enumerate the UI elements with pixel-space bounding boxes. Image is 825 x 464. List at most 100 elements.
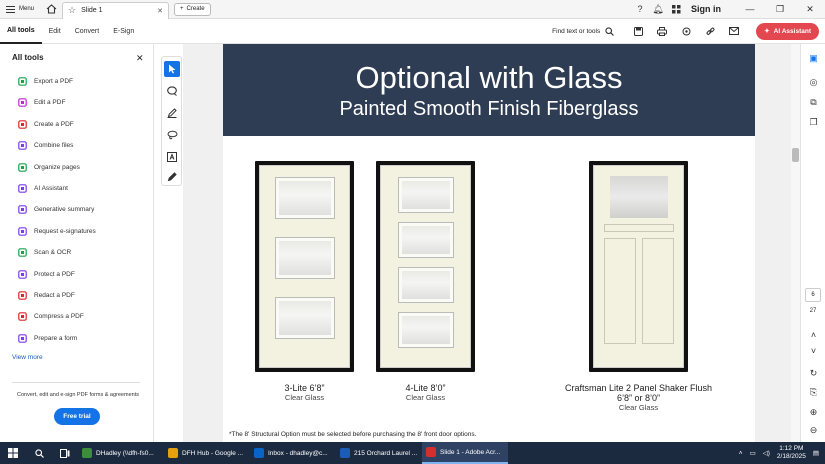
fit-page-icon[interactable]: ⎘ [807, 386, 820, 399]
generative-icon[interactable]: ▣ [807, 52, 820, 65]
all-tools-panel: All tools ✕ Export a PDF Edit a PDF Create… [0, 44, 154, 442]
windows-icon [8, 448, 18, 458]
menu-button[interactable]: Menu [0, 0, 40, 19]
app-icon [254, 448, 264, 458]
chevron-up-icon[interactable]: ˄ [807, 328, 820, 341]
task-view-button[interactable] [52, 442, 78, 464]
star-icon[interactable]: ☆ [68, 5, 76, 16]
compress-icon [18, 312, 27, 322]
tool-item[interactable]: Protect a PDF [18, 269, 75, 279]
door-craftsman-image [589, 161, 688, 372]
volume-icon[interactable]: ◁) [763, 449, 770, 457]
bookmarks-icon[interactable]: ⧉ [807, 96, 820, 109]
divider [12, 382, 140, 383]
search-share-icon[interactable] [674, 27, 698, 36]
taskbar-app-label: Slide 1 - Adobe Acr... [440, 448, 501, 456]
door-name: 4-Lite 8’0” [405, 383, 446, 393]
title-bar: Menu ☆ Slide 1 ✕ + Create ? 🔔︎ Sign in —… [0, 0, 825, 19]
zoom-out-icon[interactable]: ⊖ [807, 424, 820, 437]
tool-item[interactable]: Generative summary [18, 205, 94, 215]
rotate-icon[interactable]: ↻ [807, 367, 820, 380]
tool-item[interactable]: Edit a PDF [18, 98, 65, 108]
taskbar-app[interactable]: DFH Hub - Google ... [164, 442, 250, 464]
ai-assistant-button[interactable]: ✦ AI Assistant [756, 22, 819, 40]
taskbar-app-label: DHadley (\\dfh-fs0... [96, 449, 154, 457]
document-tab[interactable]: ☆ Slide 1 ✕ [62, 1, 170, 19]
text-tool[interactable] [164, 149, 180, 165]
tab-edit[interactable]: Edit [42, 19, 68, 44]
main-toolbar: All tools Edit Convert E-Sign Find text … [0, 19, 825, 44]
zoom-in-icon[interactable]: ⊕ [807, 406, 820, 419]
tool-item-label: Compress a PDF [34, 313, 84, 321]
edit-pdf-icon [18, 98, 27, 108]
network-icon[interactable]: ▭ [750, 449, 756, 457]
notification-center-icon[interactable]: ▤ [813, 449, 819, 457]
tool-item[interactable]: Scan & OCR [18, 248, 71, 257]
apps-grid-icon[interactable] [667, 4, 685, 14]
tool-item[interactable]: Organize pages [18, 162, 80, 172]
link-icon[interactable] [698, 27, 722, 36]
combine-files-icon [18, 141, 27, 150]
page-footnote: *The 8' Structural Option must be select… [229, 431, 477, 438]
right-rail: ▣ ◎ ⧉ ❐ 6 27 ˄ ˅ ↻ ⎘ ⊕ ⊖ [800, 44, 825, 442]
highlight-tool[interactable] [164, 105, 180, 121]
redact-icon [18, 291, 27, 300]
export-pdf-icon [18, 77, 27, 86]
chevron-down-icon[interactable]: ˅ [807, 344, 820, 357]
tab-esign[interactable]: E-Sign [106, 19, 141, 44]
door-4-lite-image [376, 161, 475, 372]
email-icon[interactable] [722, 27, 746, 35]
tab-convert[interactable]: Convert [68, 19, 107, 44]
pages-icon[interactable]: ❐ [807, 116, 820, 129]
page-subtitle: Painted Smooth Finish Fiberglass [339, 98, 639, 120]
save-icon[interactable] [626, 26, 650, 36]
view-more-link[interactable]: View more [12, 354, 43, 361]
tool-item[interactable]: Prepare a form [18, 333, 77, 343]
select-tool[interactable] [164, 61, 180, 77]
tool-item[interactable]: Request e-signatures [18, 226, 96, 236]
notifications-icon[interactable]: 🔔︎ [649, 4, 667, 15]
home-button[interactable] [40, 0, 62, 19]
clock[interactable]: 1:12 PM 2/18/2025 [777, 445, 806, 461]
start-button[interactable] [0, 442, 26, 464]
vertical-scrollbar[interactable] [791, 44, 800, 442]
tool-item[interactable]: Create a PDF [18, 119, 74, 129]
tool-item[interactable]: Redact a PDF [18, 291, 75, 300]
scrollbar-thumb[interactable] [792, 148, 799, 162]
document-viewer[interactable]: Optional with Glass Painted Smooth Finis… [183, 44, 791, 442]
close-tab-icon[interactable]: ✕ [157, 7, 163, 15]
page-number-input[interactable]: 6 [805, 288, 821, 302]
comments-icon[interactable]: ◎ [807, 76, 820, 89]
sign-in-button[interactable]: Sign in [691, 4, 721, 14]
taskbar-app-label: Inbox - dhadley@c... [268, 449, 328, 457]
taskbar-app[interactable]: 215 Orchard Laurel ... [336, 442, 422, 464]
create-button[interactable]: + Create [174, 2, 211, 16]
taskbar-app[interactable]: DHadley (\\dfh-fs0... [78, 442, 164, 464]
tab-all-tools[interactable]: All tools [0, 19, 42, 44]
door-size: 6’8” or 8’0” [616, 393, 661, 403]
close-window-icon[interactable]: ✕ [795, 4, 825, 15]
tool-item[interactable]: Compress a PDF [18, 312, 84, 322]
tray-chevron-icon[interactable]: ˄ [739, 450, 743, 457]
minimize-icon[interactable]: — [735, 4, 765, 14]
tool-item[interactable]: Export a PDF [18, 77, 73, 86]
comment-tool[interactable] [164, 83, 180, 99]
fill-sign-tool[interactable] [164, 169, 180, 185]
taskbar-app[interactable]: Inbox - dhadley@c... [250, 442, 336, 464]
page-title: Optional with Glass [355, 60, 623, 95]
free-trial-button[interactable]: Free trial [54, 408, 100, 425]
taskbar-app[interactable]: Slide 1 - Adobe Acr... [422, 442, 508, 464]
hamburger-icon [6, 5, 15, 13]
tool-item[interactable]: Combine files [18, 141, 73, 150]
restore-icon[interactable]: ❐ [765, 4, 795, 15]
find-button[interactable]: Find text or tools [552, 26, 615, 36]
page-header-banner: Optional with Glass Painted Smooth Finis… [223, 44, 755, 136]
help-icon[interactable]: ? [631, 4, 649, 14]
close-panel-icon[interactable]: ✕ [136, 53, 144, 64]
draw-tool[interactable] [164, 127, 180, 143]
tool-item[interactable]: AI Assistant [18, 184, 68, 193]
print-icon[interactable] [650, 26, 674, 36]
clock-time: 1:12 PM [779, 445, 804, 452]
app-icon [168, 448, 178, 458]
taskbar-search-button[interactable] [26, 442, 52, 464]
